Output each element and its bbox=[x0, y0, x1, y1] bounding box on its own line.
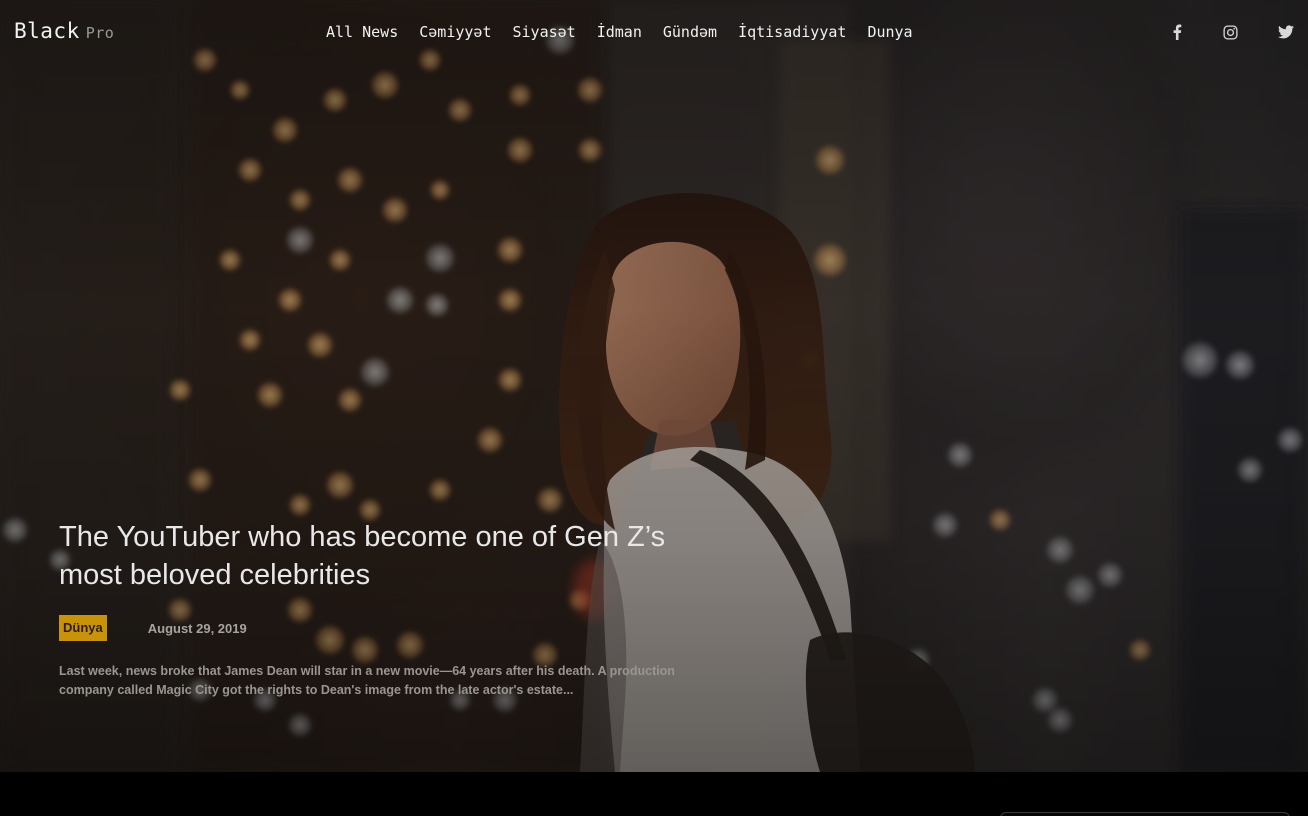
nav-item-siyaset[interactable]: Siyasət bbox=[513, 23, 576, 41]
nav-item-idman[interactable]: İdman bbox=[597, 23, 642, 41]
bottom-bar bbox=[0, 772, 1308, 816]
article-meta: Dünya August 29, 2019 bbox=[59, 615, 759, 641]
twitter-icon bbox=[1278, 25, 1294, 39]
facebook-icon bbox=[1173, 24, 1182, 40]
bottom-widget[interactable] bbox=[1000, 812, 1290, 816]
instagram-icon bbox=[1223, 24, 1238, 40]
article-excerpt: Last week, news broke that James Dean wi… bbox=[59, 664, 675, 697]
twitter-link[interactable] bbox=[1238, 22, 1294, 42]
logo-name: Black bbox=[14, 19, 80, 43]
nav-item-iqtisadiyyat[interactable]: İqtisadiyyat bbox=[738, 23, 846, 41]
page: Black Pro All News Cəmiyyət Siyasət İdman… bbox=[0, 0, 1308, 816]
site-logo[interactable]: Black Pro bbox=[14, 19, 114, 43]
main-nav: All News Cəmiyyət Siyasət İdman Gündəm İ… bbox=[326, 23, 934, 41]
facebook-link[interactable] bbox=[1126, 22, 1182, 42]
navbar: Black Pro All News Cəmiyyət Siyasət İdman… bbox=[0, 0, 1308, 64]
social-links bbox=[1126, 22, 1294, 42]
article-date: August 29, 2019 bbox=[147, 620, 247, 636]
nav-item-dunya[interactable]: Dunya bbox=[867, 23, 912, 41]
logo-sub: Pro bbox=[85, 24, 115, 42]
nav-item-gundem[interactable]: Gündəm bbox=[663, 23, 717, 41]
nav-item-cemiyyet[interactable]: Cəmiyyət bbox=[419, 23, 491, 41]
category-badge[interactable]: Dünya bbox=[59, 615, 107, 641]
nav-item-all-news[interactable]: All News bbox=[326, 23, 398, 41]
article-title[interactable]: The YouTuber who has become one of Gen Z… bbox=[59, 518, 719, 594]
instagram-link[interactable] bbox=[1182, 22, 1238, 42]
featured-article: The YouTuber who has become one of Gen Z… bbox=[59, 518, 759, 700]
